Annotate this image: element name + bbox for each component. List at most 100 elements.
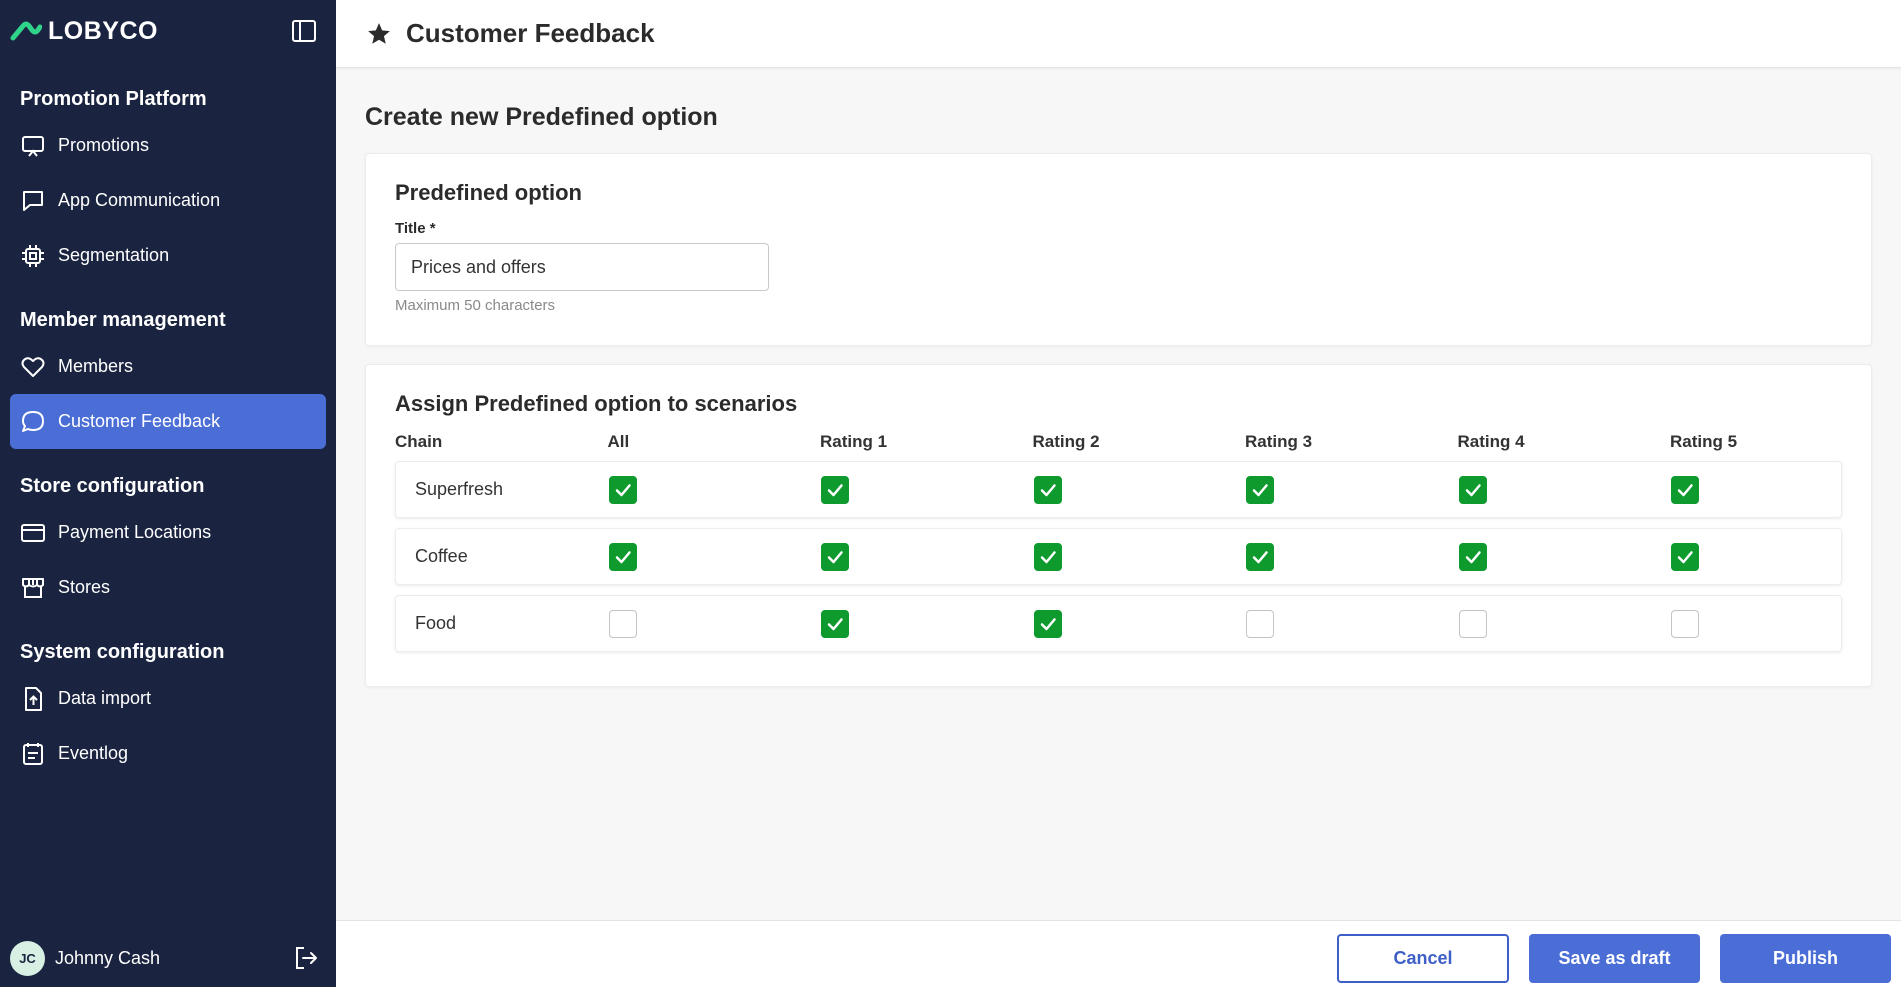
checkmark-icon bbox=[615, 483, 631, 496]
scenario-checkbox[interactable] bbox=[821, 475, 849, 504]
checkbox-cell bbox=[1033, 475, 1247, 504]
checkbox-cell bbox=[1671, 475, 1884, 504]
scenario-checkbox[interactable] bbox=[608, 475, 637, 504]
sidebar-toggle-button[interactable] bbox=[290, 17, 318, 45]
chain-name: Food bbox=[415, 613, 457, 633]
checkmark-icon bbox=[1677, 483, 1693, 496]
scenario-checkbox[interactable] bbox=[1458, 542, 1487, 571]
scenario-checkbox[interactable] bbox=[1671, 475, 1699, 504]
logo-row: LOBYCO bbox=[0, 0, 336, 62]
checkbox-cell bbox=[608, 542, 822, 571]
checkmark-icon bbox=[1040, 483, 1056, 496]
checkbox-cell bbox=[821, 475, 1034, 504]
scenario-checkbox[interactable] bbox=[1671, 609, 1699, 638]
user-name: Johnny Cash bbox=[55, 947, 161, 968]
user-profile[interactable]: JC Johnny Cash bbox=[10, 940, 161, 976]
scenario-checkbox[interactable] bbox=[821, 609, 849, 638]
sidebar-item-segmentation[interactable]: Segmentation bbox=[10, 228, 326, 283]
logout-icon bbox=[296, 947, 317, 969]
credit-card-icon bbox=[20, 520, 46, 546]
chat-bubble-icon bbox=[20, 188, 46, 214]
chain-name: Superfresh bbox=[415, 479, 504, 499]
scenario-checkbox[interactable] bbox=[1033, 475, 1062, 504]
checkbox-cell bbox=[1458, 475, 1672, 504]
save-as-draft-button[interactable]: Save as draft bbox=[1529, 934, 1700, 983]
table-row: Food bbox=[395, 595, 1842, 652]
cancel-button[interactable]: Cancel bbox=[1337, 934, 1509, 983]
checkmark-icon bbox=[827, 550, 843, 563]
section-title-store-configuration: Store configuration bbox=[20, 474, 205, 497]
checkbox-cell bbox=[1033, 542, 1247, 571]
star-icon bbox=[368, 22, 390, 44]
table-header: Chain All Rating 1 Rating 2 Rating 3 Rat… bbox=[395, 429, 1842, 455]
scenario-checkbox[interactable] bbox=[1671, 542, 1699, 571]
column-header: Rating 3 bbox=[1245, 432, 1313, 451]
logout-button[interactable] bbox=[292, 944, 320, 972]
card-title: Predefined option bbox=[395, 180, 582, 205]
sidebar-item-eventlog[interactable]: Eventlog bbox=[10, 726, 326, 781]
scenario-checkbox[interactable] bbox=[1458, 475, 1487, 504]
checkmark-icon bbox=[1677, 550, 1693, 563]
scenario-checkbox[interactable] bbox=[1246, 609, 1274, 638]
heart-icon bbox=[20, 354, 46, 380]
checkbox-cell bbox=[608, 609, 822, 638]
scenario-checkbox[interactable] bbox=[1458, 609, 1487, 638]
sidebar-toggle-icon bbox=[292, 20, 316, 42]
checkbox-cell bbox=[1458, 542, 1672, 571]
table-row: Superfresh bbox=[395, 461, 1842, 518]
sidebar-item-payment-locations[interactable]: Payment Locations bbox=[10, 505, 326, 560]
checkmark-icon bbox=[1040, 550, 1056, 563]
section-title-system-configuration: System configuration bbox=[20, 640, 225, 663]
main-content: Create new Predefined option Predefined … bbox=[336, 68, 1901, 920]
logo[interactable]: LOBYCO bbox=[10, 17, 158, 46]
checkbox-cell bbox=[1458, 609, 1672, 638]
publish-button[interactable]: Publish bbox=[1720, 934, 1891, 983]
checkmark-icon bbox=[1465, 483, 1481, 496]
checkmark-icon bbox=[827, 483, 843, 496]
sidebar-item-promotions[interactable]: Promotions bbox=[10, 118, 326, 173]
checkbox-cell bbox=[821, 542, 1034, 571]
sidebar-item-label: Members bbox=[58, 356, 134, 376]
checkmark-icon bbox=[827, 617, 843, 630]
sidebar-item-data-import[interactable]: Data import bbox=[10, 671, 326, 726]
scenario-checkbox[interactable] bbox=[1033, 542, 1062, 571]
section-title-promotion-platform: Promotion Platform bbox=[20, 87, 207, 110]
sidebar-item-label: Segmentation bbox=[58, 245, 170, 265]
title-helper-text: Maximum 50 characters bbox=[395, 297, 556, 314]
sidebar-item-members[interactable]: Members bbox=[10, 339, 326, 394]
checkbox-cell bbox=[1671, 609, 1884, 638]
checkbox-cell bbox=[1246, 542, 1459, 571]
column-header: Rating 2 bbox=[1032, 432, 1100, 451]
chip-icon bbox=[20, 243, 46, 269]
column-header: Rating 5 bbox=[1670, 432, 1738, 451]
sidebar-item-label: Payment Locations bbox=[58, 522, 212, 542]
sidebar-item-customer-feedback[interactable]: Customer Feedback bbox=[10, 394, 326, 449]
checkmark-icon bbox=[615, 550, 631, 563]
user-row: JC Johnny Cash bbox=[0, 929, 336, 987]
title-input[interactable] bbox=[395, 243, 769, 291]
scenario-checkbox[interactable] bbox=[608, 609, 637, 638]
sidebar-item-app-communication[interactable]: App Communication bbox=[10, 173, 326, 228]
scenario-checkbox[interactable] bbox=[1033, 609, 1062, 638]
sidebar-item-label: Customer Feedback bbox=[58, 411, 221, 431]
scenario-checkbox[interactable] bbox=[821, 542, 849, 571]
storefront-icon bbox=[20, 575, 46, 601]
sidebar-item-label: Eventlog bbox=[58, 743, 129, 763]
scenario-checkbox[interactable] bbox=[1246, 475, 1274, 504]
sidebar-item-stores[interactable]: Stores bbox=[10, 560, 326, 615]
page-header: Customer Feedback bbox=[336, 0, 1901, 68]
checkmark-icon bbox=[1040, 617, 1056, 630]
scenario-assignment-card: Assign Predefined option to scenarios Ch… bbox=[365, 364, 1872, 687]
presentation-icon bbox=[20, 133, 46, 159]
column-header: All bbox=[607, 432, 630, 451]
checkbox-cell bbox=[1246, 475, 1459, 504]
table-row: Coffee bbox=[395, 528, 1842, 585]
logo-text: LOBYCO bbox=[48, 16, 158, 45]
checkmark-icon bbox=[1252, 483, 1268, 496]
sidebar-item-label: App Communication bbox=[58, 190, 221, 210]
sidebar-item-label: Data import bbox=[58, 688, 152, 708]
section-title-member-management: Member management bbox=[20, 308, 226, 331]
checkbox-cell bbox=[1671, 542, 1884, 571]
scenario-checkbox[interactable] bbox=[1246, 542, 1274, 571]
scenario-checkbox[interactable] bbox=[608, 542, 637, 571]
